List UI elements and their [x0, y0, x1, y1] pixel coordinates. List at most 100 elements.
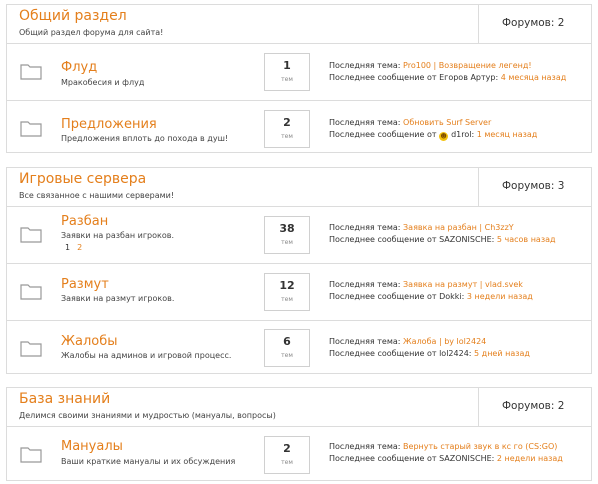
page-1[interactable]: 1 [65, 243, 70, 252]
category-general: Общий раздел Общий раздел форума для сай… [6, 4, 592, 153]
topics-count: 2 [283, 442, 291, 455]
last-message-line: Последнее сообщение от SAZONISCHE: 5 час… [329, 234, 556, 246]
last-topic-link[interactable]: Обновить Surf Server [403, 118, 491, 127]
topics-count: 38 [279, 222, 295, 235]
topics-count-box: 38 тем [264, 216, 310, 254]
topics-label: тем [281, 296, 293, 303]
category-game-servers: Игровые сервера Все связанное с нашими с… [6, 167, 592, 374]
last-time-link[interactable]: 5 дней назад [474, 349, 530, 358]
forum-title[interactable]: Мануалы [61, 439, 123, 454]
folder-icon [20, 121, 42, 137]
last-topic-line: Последняя тема: Вернуть старый звук в кс… [329, 441, 557, 453]
topics-count-box: 6 тем [264, 329, 310, 367]
forum-title[interactable]: Разбан [61, 214, 108, 229]
folder-icon [20, 284, 42, 300]
topics-label: тем [281, 352, 293, 359]
forum-title[interactable]: Предложения [61, 117, 157, 132]
topics-count: 1 [283, 59, 291, 72]
last-topic-prefix: Последняя тема: [329, 61, 401, 70]
last-time-link[interactable]: 1 месяц назад [477, 130, 538, 139]
last-topic-line: Последняя тема: Жалоба | by lol2424 [329, 336, 486, 348]
category-header: Общий раздел Общий раздел форума для сай… [7, 5, 591, 44]
last-topic-prefix: Последняя тема: [329, 280, 401, 289]
last-message-line: Последнее сообщение от SAZONISCHE: 2 нед… [329, 453, 563, 465]
category-header: База знаний Делимся своими знаниями и му… [7, 388, 591, 427]
last-author[interactable]: lol2424: [439, 349, 471, 358]
category-title[interactable]: Общий раздел [19, 8, 127, 24]
forum-row-unmute: Размут Заявки на размут игроков. 12 тем … [7, 264, 591, 321]
forums-count-cell: Форумов: 3 [478, 168, 591, 206]
last-message-prefix: Последнее сообщение от [329, 73, 437, 82]
last-time-link[interactable]: 3 недели назад [467, 292, 533, 301]
forums-count: Форумов: 3 [502, 180, 565, 192]
forums-count: Форумов: 2 [502, 400, 565, 412]
topics-label: тем [281, 76, 293, 83]
forums-count-cell: Форумов: 2 [478, 5, 591, 43]
topics-label: тем [281, 133, 293, 140]
last-topic-prefix: Последняя тема: [329, 337, 401, 346]
forums-count-cell: Форумов: 2 [478, 388, 591, 426]
forum-description: Жалобы на админов и игровой процесс. [61, 351, 232, 360]
last-author[interactable]: SAZONISCHE: [439, 454, 494, 463]
topics-label: тем [281, 459, 293, 466]
last-message-prefix: Последнее сообщение от [329, 454, 437, 463]
last-message-line: Последнее сообщение от Dokki: 3 недели н… [329, 291, 533, 303]
forum-title[interactable]: Флуд [61, 60, 97, 75]
topics-count-box: 2 тем [264, 110, 310, 148]
forum-description: Заявки на размут игроков. [61, 294, 175, 303]
forum-row-flood: Флуд Мракобесия и флуд 1 тем Последняя т… [7, 44, 591, 101]
category-description: Общий раздел форума для сайта! [19, 28, 164, 37]
forum-description: Предложения вплоть до похода в душ! [61, 134, 229, 143]
smiley-avatar-icon: ☻ [439, 132, 449, 141]
topics-count: 6 [283, 335, 291, 348]
forum-title[interactable]: Размут [61, 277, 109, 292]
forum-description: Ваши краткие мануалы и их обсуждения [61, 457, 236, 466]
pagination: 12 [65, 243, 89, 252]
last-time-link[interactable]: 4 месяца назад [501, 73, 567, 82]
last-topic-link[interactable]: Жалоба | by lol2424 [403, 337, 486, 346]
last-message-prefix: Последнее сообщение от [329, 130, 437, 139]
last-author[interactable]: Dokki: [439, 292, 464, 301]
last-topic-link[interactable]: Заявка на разбан | Ch3zzY [403, 223, 514, 232]
topics-count-box: 12 тем [264, 273, 310, 311]
forum-description: Мракобесия и флуд [61, 78, 145, 87]
last-topic-line: Последняя тема: Заявка на разбан | Ch3zz… [329, 222, 514, 234]
last-topic-line: Последняя тема: Обновить Surf Server [329, 117, 491, 129]
last-message-line: Последнее сообщение от lol2424: 5 дней н… [329, 348, 530, 360]
page-2-link[interactable]: 2 [77, 243, 82, 252]
topics-count: 12 [279, 279, 295, 292]
folder-icon [20, 227, 42, 243]
last-topic-line: Последняя тема: Pro100 | Возвращение лег… [329, 60, 532, 72]
forum-row-complaints: Жалобы Жалобы на админов и игровой проце… [7, 321, 591, 376]
forum-row-manuals: Мануалы Ваши краткие мануалы и их обсужд… [7, 427, 591, 481]
last-author[interactable]: Егоров Артур: [439, 73, 498, 82]
last-topic-line: Последняя тема: Заявка на размут | vlad.… [329, 279, 523, 291]
forum-title[interactable]: Жалобы [61, 334, 118, 349]
category-description: Все связанное с нашими серверами! [19, 191, 175, 200]
category-title[interactable]: База знаний [19, 391, 110, 407]
forum-description: Заявки на разбан игроков. [61, 231, 175, 240]
category-description: Делимся своими знаниями и мудростью (ман… [19, 411, 276, 420]
topics-count-box: 2 тем [264, 436, 310, 474]
last-message-line: Последнее сообщение от Егоров Артур: 4 м… [329, 72, 566, 84]
last-topic-link[interactable]: Вернуть старый звук в кс го (CS:GO) [403, 442, 557, 451]
last-topic-link[interactable]: Pro100 | Возвращение легенд! [403, 61, 532, 70]
last-time-link[interactable]: 2 недели назад [497, 454, 563, 463]
forum-row-suggestions: Предложения Предложения вплоть до похода… [7, 101, 591, 156]
topics-count-box: 1 тем [264, 53, 310, 91]
folder-icon [20, 447, 42, 463]
category-title[interactable]: Игровые сервера [19, 171, 146, 187]
last-message-prefix: Последнее сообщение от [329, 292, 437, 301]
topics-count: 2 [283, 116, 291, 129]
forums-count: Форумов: 2 [502, 17, 565, 29]
last-topic-prefix: Последняя тема: [329, 223, 401, 232]
last-topic-prefix: Последняя тема: [329, 118, 401, 127]
last-time-link[interactable]: 5 часов назад [497, 235, 556, 244]
last-author[interactable]: d1rol: [451, 130, 474, 139]
category-header: Игровые сервера Все связанное с нашими с… [7, 168, 591, 207]
forum-row-unban: Разбан Заявки на разбан игроков. 12 38 т… [7, 207, 591, 264]
last-topic-link[interactable]: Заявка на размут | vlad.svek [403, 280, 523, 289]
last-message-prefix: Последнее сообщение от [329, 349, 437, 358]
folder-icon [20, 341, 42, 357]
last-author[interactable]: SAZONISCHE: [439, 235, 494, 244]
